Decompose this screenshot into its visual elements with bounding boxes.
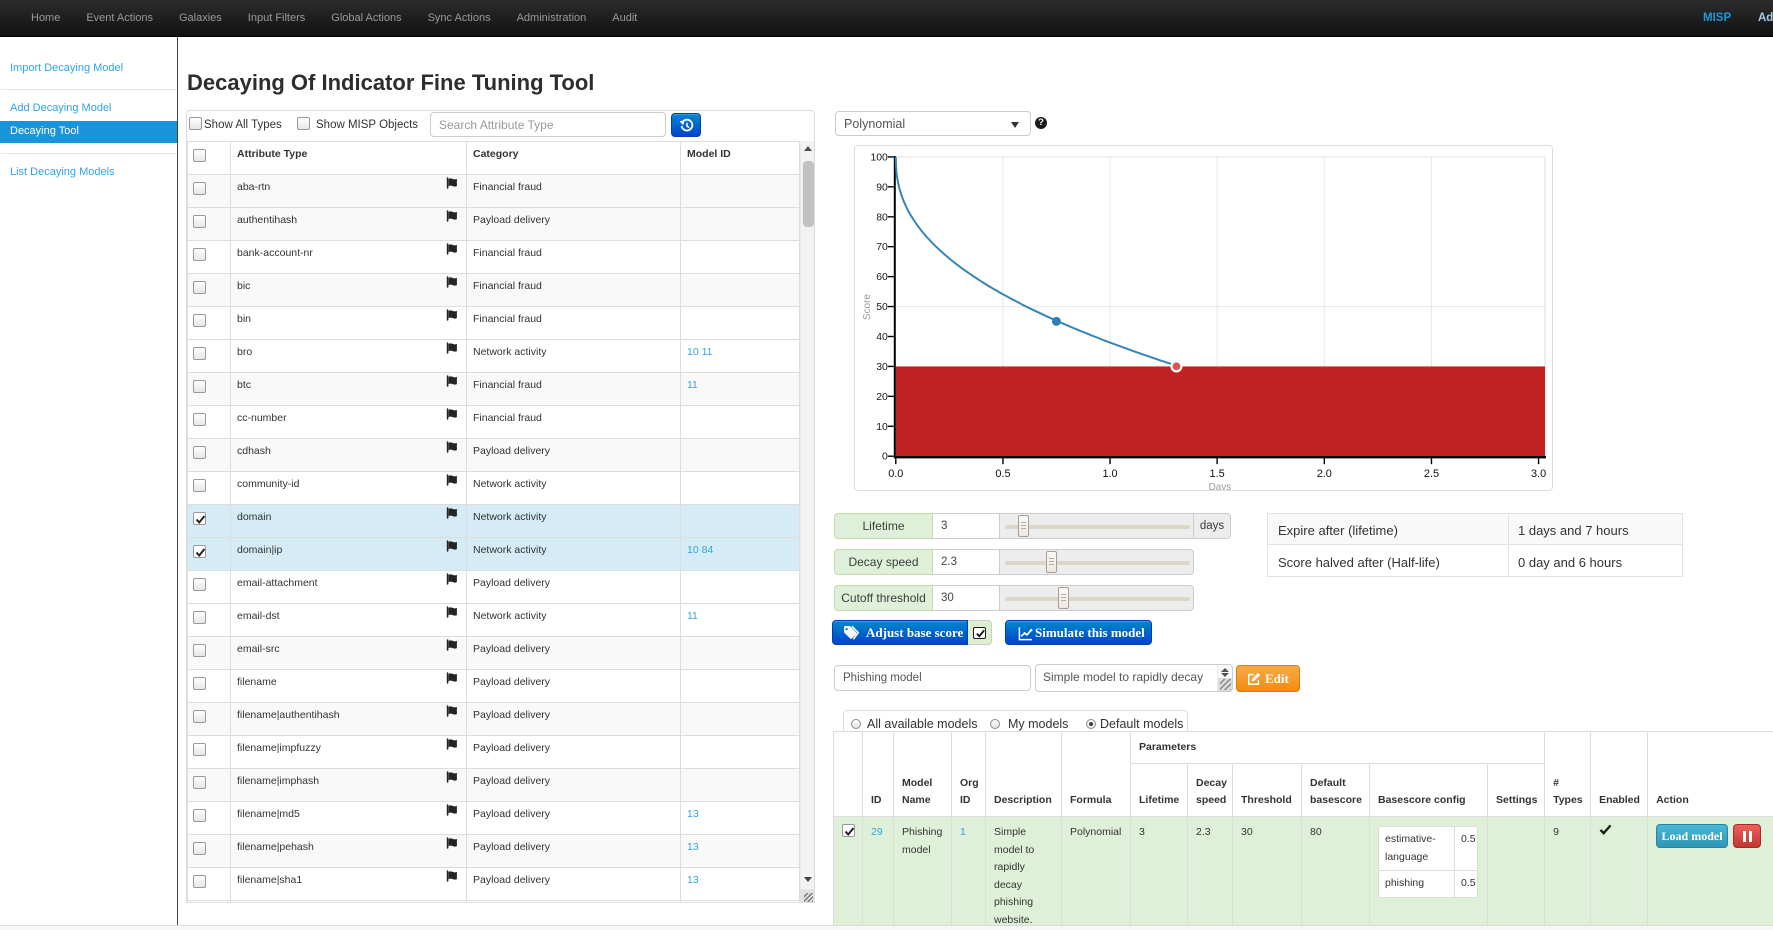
svg-text:50: 50 — [876, 302, 888, 313]
svg-text:40: 40 — [876, 332, 888, 343]
svg-text:100: 100 — [870, 152, 888, 163]
svg-text:0: 0 — [882, 452, 888, 463]
svg-text:1.5: 1.5 — [1210, 468, 1225, 480]
svg-text:1.0: 1.0 — [1102, 468, 1117, 480]
svg-text:70: 70 — [876, 242, 888, 253]
svg-text:20: 20 — [876, 392, 888, 403]
svg-text:30: 30 — [876, 362, 888, 373]
svg-text:80: 80 — [876, 212, 888, 223]
svg-text:3.0: 3.0 — [1531, 468, 1546, 480]
svg-text:0.0: 0.0 — [888, 468, 903, 480]
svg-text:90: 90 — [876, 182, 888, 193]
svg-text:10: 10 — [876, 422, 888, 433]
svg-text:60: 60 — [876, 272, 888, 283]
svg-text:Days: Days — [1209, 482, 1232, 491]
svg-text:2.5: 2.5 — [1424, 468, 1439, 480]
svg-text:Score: Score — [862, 294, 873, 320]
svg-text:2.0: 2.0 — [1317, 468, 1332, 480]
svg-text:0.5: 0.5 — [995, 468, 1010, 480]
